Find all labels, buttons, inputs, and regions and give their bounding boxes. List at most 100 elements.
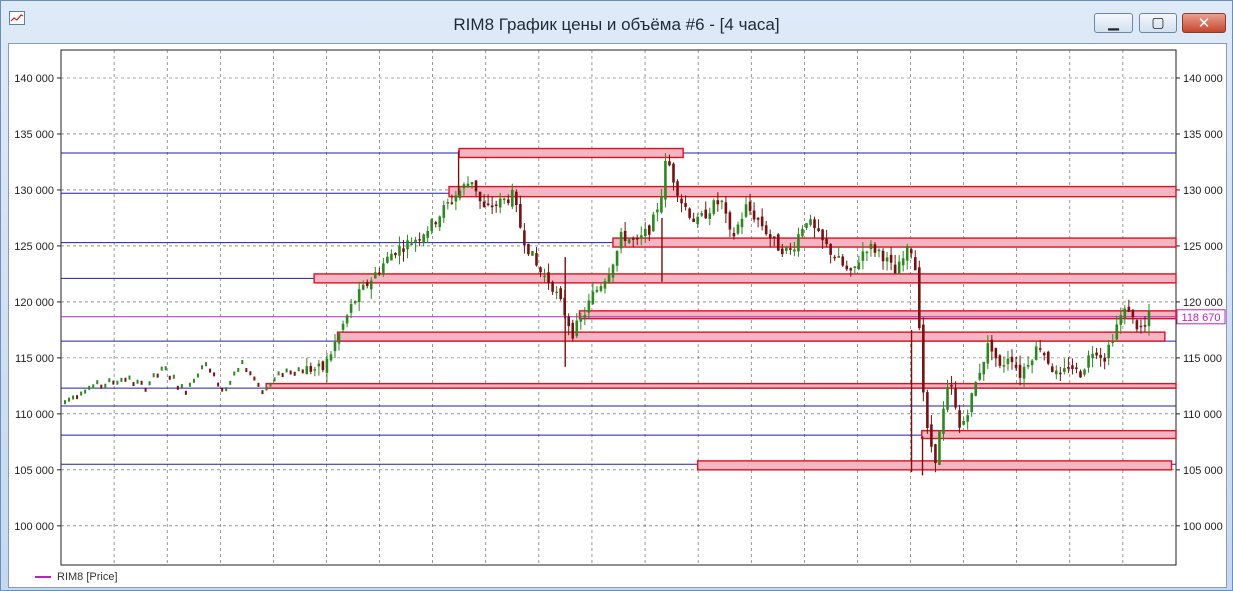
- candle-body: [1095, 352, 1098, 356]
- candle-body: [934, 444, 937, 464]
- candle: [297, 367, 300, 372]
- candle-body: [386, 256, 389, 263]
- close-button[interactable]: ✕: [1182, 13, 1226, 33]
- candle-body: [559, 288, 562, 300]
- candle-body: [369, 280, 373, 290]
- candle-body: [712, 200, 716, 214]
- candle: [180, 384, 183, 389]
- candle-body: [1010, 356, 1014, 363]
- candle-body: [446, 202, 450, 204]
- candle-body: [551, 281, 554, 292]
- candle-body: [978, 372, 982, 380]
- candle-body: [599, 286, 603, 291]
- candle: [132, 382, 135, 387]
- candle: [88, 385, 91, 390]
- candle: [184, 390, 187, 395]
- candle-body: [615, 250, 619, 266]
- candle-body: [438, 216, 442, 228]
- candle: [196, 373, 199, 378]
- candle-body: [704, 209, 708, 219]
- chart-window-icon[interactable]: [9, 11, 25, 25]
- candle-body: [567, 316, 571, 327]
- candle: [96, 380, 99, 385]
- candle: [301, 369, 304, 374]
- price-zone: [458, 147, 684, 159]
- candle: [213, 372, 216, 377]
- candle-body: [966, 415, 969, 422]
- candle-body: [1079, 371, 1082, 378]
- candle-body: [309, 365, 313, 372]
- candle-body: [720, 200, 724, 203]
- candle-body: [450, 202, 454, 204]
- price-chart[interactable]: 100 000 100 000 105 000 105 000 110 000 110 0…: [9, 44, 1226, 587]
- candle-body: [414, 239, 417, 243]
- candle-body: [531, 251, 534, 256]
- minimize-button[interactable]: ▁: [1094, 13, 1133, 33]
- candle-body: [643, 228, 647, 237]
- maximize-button[interactable]: ▢: [1139, 13, 1177, 33]
- candle-body: [793, 249, 796, 252]
- candle-body: [889, 254, 893, 263]
- candle-body: [1002, 365, 1006, 367]
- maximize-icon: ▢: [1151, 15, 1165, 31]
- candle-body: [1046, 351, 1050, 364]
- candle-body: [478, 191, 482, 202]
- candle-body: [660, 196, 663, 213]
- candle-body: [539, 267, 542, 273]
- y-tick-label-left: 140 000: [14, 73, 54, 85]
- candle-body: [313, 369, 317, 371]
- y-tick-label-right: 125 000: [1183, 241, 1223, 253]
- candle: [124, 377, 127, 382]
- candle-body: [962, 420, 965, 425]
- candle: [237, 367, 240, 372]
- candle: [229, 380, 232, 385]
- candle: [148, 381, 151, 386]
- candle-body: [946, 387, 949, 410]
- candle-body: [579, 318, 583, 322]
- minimize-icon: ▁: [1108, 15, 1119, 31]
- candle-body: [1014, 364, 1018, 368]
- candle-body: [1103, 357, 1106, 362]
- candle-body: [591, 291, 595, 304]
- candle: [221, 387, 224, 392]
- plot-frame: [60, 49, 1177, 566]
- candle-body: [607, 274, 611, 283]
- candle-body: [861, 251, 865, 261]
- candle: [168, 375, 171, 380]
- candle: [245, 368, 248, 373]
- candle-body: [462, 184, 466, 189]
- candle-body: [760, 216, 764, 227]
- title-bar[interactable]: RIM8 График цены и объёма #6 - [4 часа] …: [1, 1, 1232, 35]
- candle: [140, 380, 143, 385]
- candle: [112, 380, 115, 385]
- candle-body: [571, 322, 575, 339]
- candle-body: [486, 203, 490, 206]
- candle-body: [1067, 366, 1070, 369]
- candle-body: [345, 315, 349, 324]
- candle-body: [833, 256, 836, 259]
- candle-body: [821, 229, 824, 241]
- candle-body: [873, 244, 877, 253]
- candle-body: [1030, 360, 1034, 366]
- candle-body: [672, 163, 675, 183]
- candle: [205, 362, 208, 367]
- candle: [144, 387, 147, 392]
- candle: [100, 384, 103, 389]
- candle-body: [627, 239, 631, 243]
- candle-body: [668, 161, 671, 166]
- candle-body: [535, 253, 538, 266]
- chart-area[interactable]: 100 000 100 000 105 000 105 000 110 000 110 0…: [8, 43, 1227, 588]
- candle-body: [780, 248, 784, 255]
- candle-body: [595, 289, 599, 292]
- candle: [176, 385, 179, 390]
- candle-body: [337, 333, 341, 344]
- candle-body: [1063, 367, 1066, 372]
- price-zone: [313, 273, 1177, 284]
- candle-body: [1099, 354, 1102, 358]
- candle-body: [1143, 325, 1147, 327]
- candle-body: [1055, 370, 1058, 375]
- candle-body: [349, 304, 353, 313]
- candle-body: [482, 201, 486, 207]
- candle-body: [511, 189, 514, 207]
- candle-body: [527, 243, 530, 255]
